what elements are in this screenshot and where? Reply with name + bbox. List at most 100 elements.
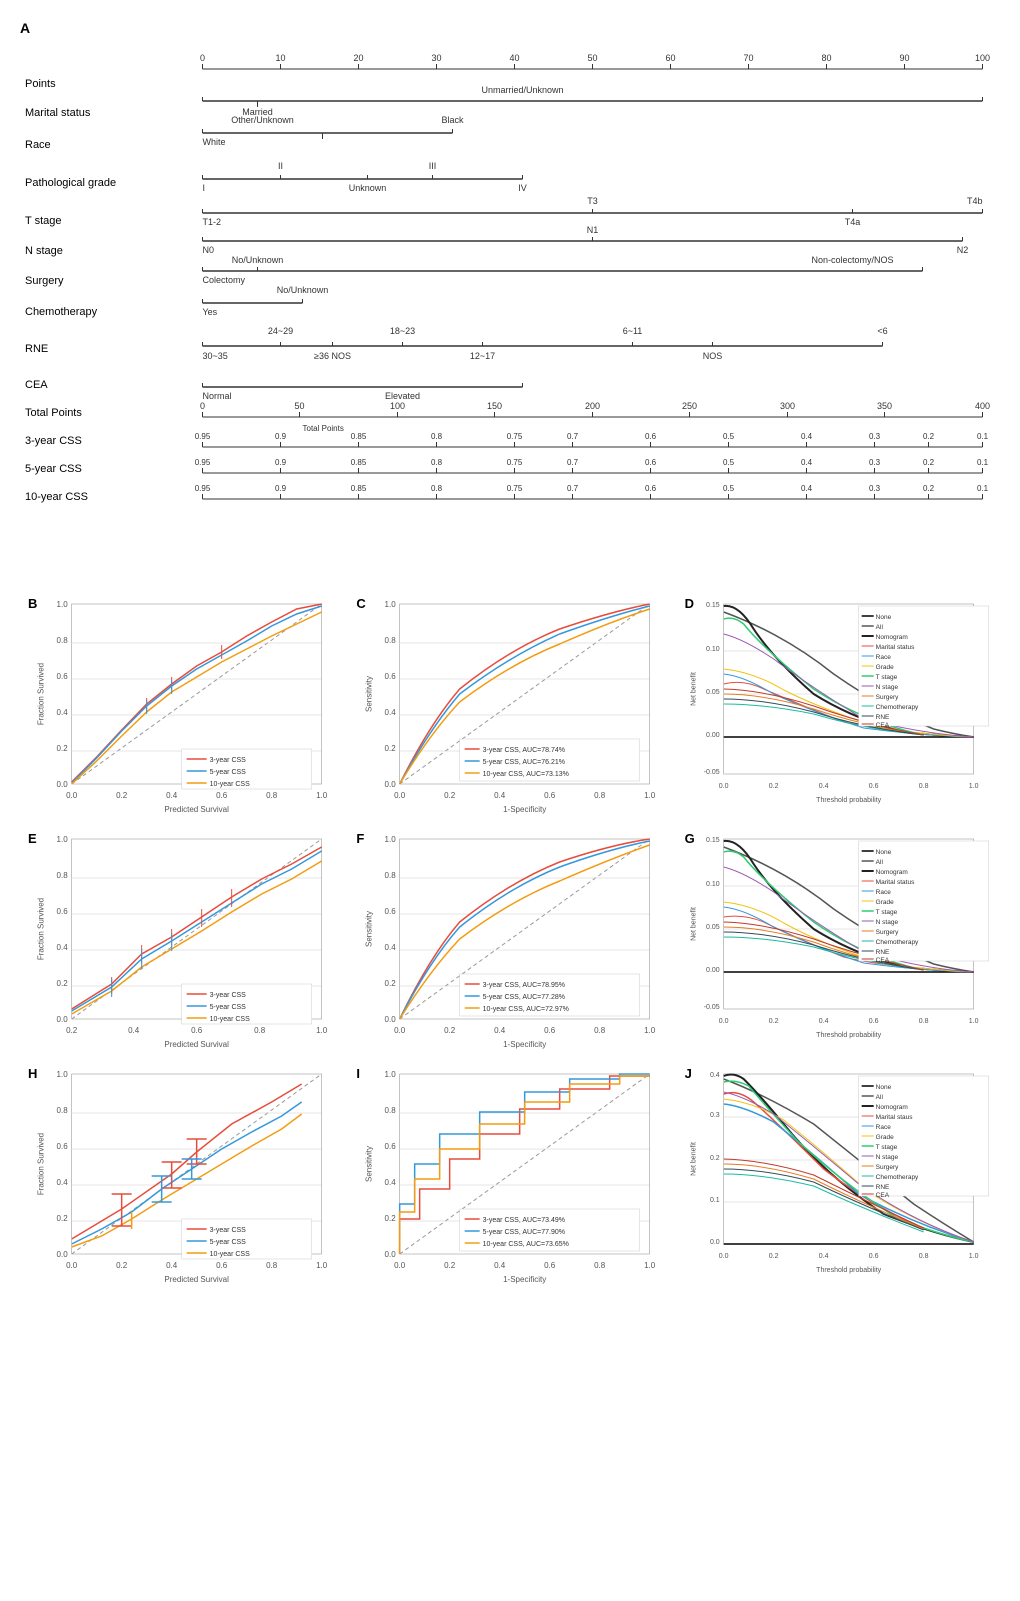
svg-text:0.95: 0.95 [195, 432, 211, 441]
svg-text:Threshold probability: Threshold probability [816, 1267, 881, 1274]
svg-text:0.4: 0.4 [385, 1178, 397, 1187]
svg-text:0.8: 0.8 [385, 636, 397, 645]
svg-text:0.4: 0.4 [128, 1026, 140, 1035]
svg-text:0.2: 0.2 [768, 783, 778, 790]
svg-text:30: 30 [431, 53, 441, 63]
svg-text:0.1: 0.1 [977, 432, 989, 441]
svg-text:0.8: 0.8 [57, 1106, 69, 1115]
svg-text:No/Unknown: No/Unknown [232, 255, 284, 265]
svg-text:RNE: RNE [875, 714, 889, 721]
svg-text:1.0: 1.0 [385, 1070, 397, 1079]
svg-text:0.8: 0.8 [57, 636, 69, 645]
nom-label-points: Points [25, 71, 185, 97]
svg-text:N stage: N stage [875, 1154, 898, 1161]
svg-text:0.3: 0.3 [710, 1112, 720, 1119]
svg-text:0.8: 0.8 [431, 458, 443, 467]
panel-g-svg: 0.15 0.10 0.05 0.00 -0.05 0.0 0.2 [677, 829, 1000, 1059]
svg-text:10: 10 [275, 53, 285, 63]
svg-text:0.1: 0.1 [710, 1197, 720, 1204]
panel-f-chart: 0.0 0.2 0.4 0.6 0.8 1.0 0.0 [348, 829, 671, 1059]
svg-text:Colectomy: Colectomy [203, 275, 246, 285]
svg-text:T1-2: T1-2 [203, 217, 222, 227]
panel-d-label: D [685, 596, 694, 611]
svg-text:1.0: 1.0 [968, 1018, 978, 1025]
panel-g-chart: 0.15 0.10 0.05 0.00 -0.05 0.0 0.2 [677, 829, 1000, 1059]
svg-text:Fraction Survived: Fraction Survived [37, 898, 46, 960]
svg-text:Normal: Normal [203, 391, 232, 401]
panel-c-label: C [356, 596, 365, 611]
svg-text:0.4: 0.4 [385, 943, 397, 952]
svg-text:Grade: Grade [875, 899, 893, 906]
svg-text:0.3: 0.3 [869, 458, 881, 467]
panel-c-chart: 0.0 0.2 0.4 0.6 0.8 1.0 [348, 594, 671, 824]
svg-text:Other/Unknown: Other/Unknown [231, 115, 294, 125]
svg-text:0.0: 0.0 [718, 1018, 728, 1025]
svg-text:All: All [875, 624, 883, 631]
svg-text:0.75: 0.75 [507, 432, 523, 441]
svg-text:Net benefit: Net benefit [690, 1142, 697, 1176]
svg-text:Elevated: Elevated [385, 391, 420, 401]
svg-text:0.4: 0.4 [818, 1253, 828, 1260]
svg-text:0.0: 0.0 [57, 1015, 69, 1024]
panel-e: E 0.0 0.2 0.4 0.6 0.8 1.0 [20, 829, 343, 1059]
svg-text:T stage: T stage [875, 1144, 897, 1151]
svg-text:0.2: 0.2 [57, 744, 69, 753]
svg-text:0.2: 0.2 [66, 1026, 78, 1035]
svg-text:100: 100 [390, 401, 405, 411]
panel-h-chart: 0.0 0.2 0.4 0.6 0.8 1.0 0.0 [20, 1064, 343, 1294]
svg-text:0.0: 0.0 [710, 1239, 720, 1246]
svg-text:White: White [203, 137, 226, 147]
svg-text:No/Unknown: No/Unknown [277, 285, 329, 295]
nom-label-3yr: 3-year CSS [25, 427, 185, 455]
panel-j-label: J [685, 1066, 692, 1081]
panel-j: J 0.4 0.3 0.2 0.1 0.0 [677, 1064, 1000, 1294]
svg-text:None: None [875, 849, 891, 856]
svg-text:10-year CSS, AUC=72.97%: 10-year CSS, AUC=72.97% [483, 1006, 569, 1013]
panel-e-svg: 0.0 0.2 0.4 0.6 0.8 1.0 0.2 [20, 829, 343, 1059]
svg-text:0.0: 0.0 [718, 1253, 728, 1260]
nom-label-5yr: 5-year CSS [25, 455, 185, 483]
svg-text:5-year CSS: 5-year CSS [210, 1004, 247, 1011]
svg-text:3-year CSS: 3-year CSS [210, 992, 247, 999]
svg-text:Marital status: Marital status [875, 879, 914, 886]
panel-h-label: H [28, 1066, 37, 1081]
svg-text:200: 200 [585, 401, 600, 411]
svg-text:0.0: 0.0 [57, 1250, 69, 1259]
svg-text:Total Points: Total Points [303, 424, 344, 433]
svg-text:5-year CSS, AUC=77.28%: 5-year CSS, AUC=77.28% [483, 994, 565, 1001]
svg-text:60: 60 [665, 53, 675, 63]
nom-label-chemo: Chemotherapy [25, 297, 185, 327]
svg-text:0.5: 0.5 [723, 484, 735, 493]
svg-text:5-year CSS, AUC=76.21%: 5-year CSS, AUC=76.21% [483, 759, 565, 766]
svg-text:0.6: 0.6 [645, 432, 657, 441]
svg-text:0.2: 0.2 [116, 791, 128, 800]
svg-text:1.0: 1.0 [385, 835, 397, 844]
svg-text:0.2: 0.2 [385, 744, 397, 753]
svg-text:50: 50 [587, 53, 597, 63]
svg-text:0.6: 0.6 [216, 791, 228, 800]
svg-text:0.4: 0.4 [818, 1018, 828, 1025]
svg-text:0.9: 0.9 [275, 458, 287, 467]
svg-text:0.8: 0.8 [57, 871, 69, 880]
svg-text:I: I [203, 183, 206, 193]
panel-f-label: F [356, 831, 364, 846]
nom-label-marital: Marital status [25, 97, 185, 129]
svg-text:0.6: 0.6 [544, 1261, 556, 1270]
svg-text:6~11: 6~11 [623, 326, 643, 336]
svg-text:II: II [278, 161, 283, 171]
svg-text:0.8: 0.8 [918, 1253, 928, 1260]
panel-d-svg: 0.15 0.10 0.05 0.00 -0.05 0.0 0.2 [677, 594, 1000, 824]
svg-text:III: III [429, 161, 437, 171]
svg-text:0.8: 0.8 [385, 871, 397, 880]
svg-text:0.3: 0.3 [869, 484, 881, 493]
svg-text:0.8: 0.8 [918, 783, 928, 790]
svg-text:0.8: 0.8 [266, 1261, 278, 1270]
svg-text:0.15: 0.15 [706, 602, 720, 609]
svg-text:T4a: T4a [845, 217, 861, 227]
svg-text:1.0: 1.0 [57, 835, 69, 844]
svg-text:Race: Race [875, 889, 891, 896]
svg-text:0.2: 0.2 [444, 791, 456, 800]
svg-text:5-year CSS: 5-year CSS [210, 769, 247, 776]
svg-text:3-year CSS, AUC=78.95%: 3-year CSS, AUC=78.95% [483, 982, 565, 989]
nom-label-rne: RNE [25, 327, 185, 371]
